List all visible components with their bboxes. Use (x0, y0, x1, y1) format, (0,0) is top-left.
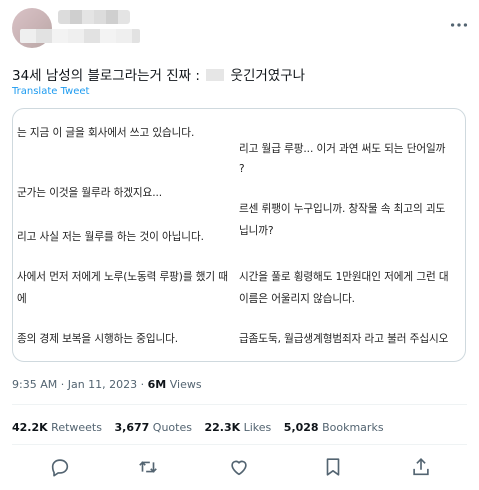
tweet-text: 34세 남성의 블로그라는거 진짜 : 웃긴거였구나 (12, 64, 305, 84)
divider (12, 444, 467, 445)
image-text-line: 군가는 이것을 월루라 하겠지요... (17, 187, 163, 199)
image-text-line: 급좀도둑, 월급생계형범죄자 라고 불러 주십시오 (239, 333, 449, 345)
tweet-text-start: 34세 남성의 블로그라는거 진짜 : (12, 68, 200, 84)
image-text-line: 이름은 어울리지 않습니다. (239, 293, 355, 305)
heart-icon[interactable] (228, 456, 250, 478)
bookmarks-stat[interactable]: 5,028 Bookmarks (284, 421, 384, 434)
quotes-stat[interactable]: 3,677 Quotes (114, 421, 195, 434)
bookmarks-count: 5,028 (283, 421, 319, 434)
reply-icon[interactable] (49, 456, 71, 478)
image-text-line: ? (239, 163, 245, 175)
retweets-label: Retweets (51, 421, 102, 434)
tweet-time[interactable]: 9:35 AM (12, 378, 57, 391)
more-horizontal-icon[interactable] (448, 14, 470, 36)
likes-label: Likes (243, 421, 272, 434)
likes-count: 22.3K (204, 421, 241, 434)
tweet-text-end: 웃긴거였구나 (230, 68, 306, 84)
share-icon[interactable] (410, 456, 432, 478)
redacted-word (206, 69, 225, 81)
image-text-line: 리고 사실 저는 월루를 하는 것이 아닙니다. (17, 231, 204, 243)
tweet-stats: 42.2K Retweets 3,677 Quotes 22.3K Likes … (12, 421, 393, 434)
image-text-line: 르센 뤼팽이 누구입니까. 창작물 속 최고의 괴도 (239, 203, 446, 215)
views-label: Views (169, 378, 202, 391)
divider (12, 404, 467, 405)
image-text-line: 닙니까? (239, 225, 274, 237)
tweet-date[interactable]: Jan 11, 2023 (68, 378, 137, 391)
tweet-header (0, 0, 479, 60)
views-count: 6M (147, 378, 167, 391)
retweets-count: 42.2K (12, 421, 48, 434)
translate-tweet-link[interactable]: Translate Tweet (12, 86, 89, 97)
retweet-icon[interactable] (137, 456, 159, 478)
meta-separator: · (140, 378, 148, 391)
retweets-stat[interactable]: 42.2K Retweets (12, 421, 105, 434)
image-text-line: 시간을 풀로 횡령해도 1만원대인 저에게 그런 대 (239, 271, 449, 283)
image-text-line: 에 (17, 293, 27, 305)
handle-redacted (20, 29, 140, 43)
tweet-image[interactable]: 는 지금 이 글을 회사에서 쓰고 있습니다. 군가는 이것을 월루라 하겠지요… (12, 108, 466, 362)
quotes-label: Quotes (152, 421, 192, 434)
image-text-line: 종의 경제 보복을 시행하는 중입니다. (17, 333, 179, 345)
quotes-count: 3,677 (114, 421, 150, 434)
image-text-line: 사에서 먼저 저에게 노루(노동력 루팡)를 했기 때 (17, 271, 228, 283)
bookmark-icon[interactable] (322, 456, 344, 478)
display-name-redacted[interactable] (58, 10, 130, 24)
meta-separator: · (60, 378, 68, 391)
image-text-line: 는 지금 이 글을 회사에서 쓰고 있습니다. (17, 127, 195, 139)
likes-stat[interactable]: 22.3K Likes (204, 421, 274, 434)
tweet-meta: 9:35 AM · Jan 11, 2023 · 6M Views (12, 378, 202, 391)
action-bar (0, 456, 479, 482)
bookmarks-label: Bookmarks (322, 421, 384, 434)
image-text-line: 리고 월급 루팡... 이거 과연 써도 되는 단어일까 (239, 143, 446, 155)
